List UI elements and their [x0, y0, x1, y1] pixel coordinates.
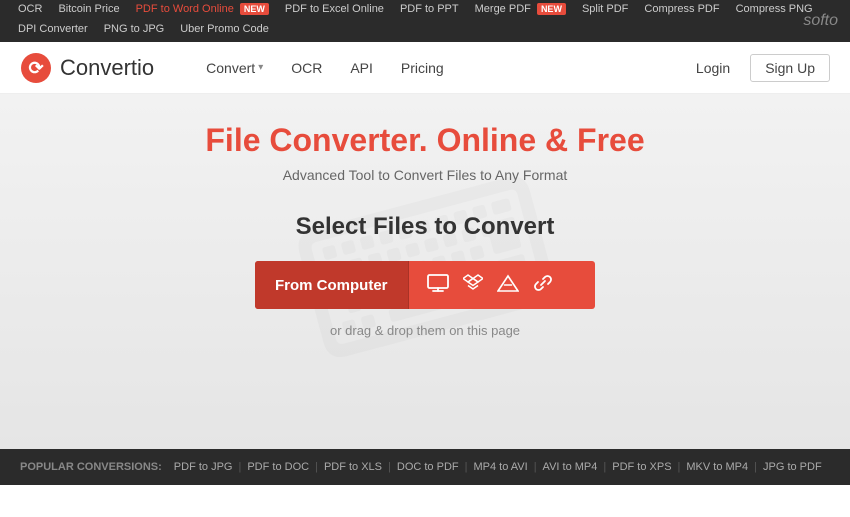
footer-link-5[interactable]: AVI to MP4	[543, 461, 598, 473]
nav-bar: ⟳ Convertio Convert ▾ OCR API Pricing Lo…	[0, 42, 850, 94]
new-badge-pdf-word: NEW	[240, 3, 269, 15]
footer-link-4[interactable]: MP4 to AVI	[473, 461, 527, 473]
select-files-title: Select Files to Convert	[0, 213, 850, 241]
topbar-link-pdf-excel[interactable]: PDF to Excel Online	[277, 0, 392, 18]
computer-icon[interactable]	[427, 274, 449, 297]
nav-ocr[interactable]: OCR	[279, 54, 334, 82]
footer-link-6[interactable]: PDF to XPS	[612, 461, 671, 473]
link-icon[interactable]	[533, 273, 553, 298]
topbar-link-compress-pdf[interactable]: Compress PDF	[636, 0, 727, 18]
dropbox-icon[interactable]	[463, 274, 483, 297]
topbar-link-pdf-word[interactable]: PDF to Word Online NEW	[128, 0, 277, 18]
footer-link-1[interactable]: PDF to DOC	[247, 461, 309, 473]
hero-content: File Converter. Online & Free Advanced T…	[0, 122, 850, 338]
top-bar-row1: OCR Bitcoin Price PDF to Word Online NEW…	[10, 0, 840, 18]
softo-logo: softo	[803, 12, 838, 30]
chevron-down-icon: ▾	[258, 62, 263, 73]
hero-title: File Converter. Online & Free	[0, 122, 850, 159]
footer-link-7[interactable]: MKV to MP4	[686, 461, 748, 473]
new-badge-merge-pdf: NEW	[537, 3, 566, 15]
signup-button[interactable]: Sign Up	[750, 54, 830, 82]
nav-auth: Login Sign Up	[686, 54, 830, 82]
logo-icon: ⟳	[20, 52, 52, 84]
topbar-link-pdf-ppt[interactable]: PDF to PPT	[392, 0, 467, 18]
main-content: ⌨ File Converter. Online & Free Advanced…	[0, 94, 850, 449]
top-bar: OCR Bitcoin Price PDF to Word Online NEW…	[0, 0, 850, 42]
topbar-link-merge-pdf[interactable]: Merge PDF NEW	[467, 0, 574, 18]
topbar-link-png-jpg[interactable]: PNG to JPG	[96, 20, 173, 38]
google-drive-icon[interactable]	[497, 274, 519, 297]
nav-api[interactable]: API	[338, 54, 385, 82]
logo-text: Convertio	[60, 55, 154, 81]
topbar-link-split-pdf[interactable]: Split PDF	[574, 0, 636, 18]
nav-convert[interactable]: Convert ▾	[194, 54, 275, 82]
popular-conversions-label: POPULAR CONVERSIONS:	[20, 461, 162, 473]
upload-area: From Computer	[0, 261, 850, 338]
nav-links: Convert ▾ OCR API Pricing	[194, 54, 686, 82]
from-computer-label: From Computer	[255, 261, 409, 309]
logo[interactable]: ⟳ Convertio	[20, 52, 154, 84]
top-bar-row2: DPI Converter PNG to JPG Uber Promo Code	[10, 18, 840, 42]
hero-subtitle: Advanced Tool to Convert Files to Any Fo…	[0, 167, 850, 183]
footer-links: PDF to JPG | PDF to DOC | PDF to XLS | D…	[174, 461, 822, 473]
topbar-link-ocr[interactable]: OCR	[10, 0, 50, 18]
nav-pricing[interactable]: Pricing	[389, 54, 456, 82]
footer-link-8[interactable]: JPG to PDF	[763, 461, 822, 473]
topbar-link-dpi[interactable]: DPI Converter	[10, 20, 96, 38]
topbar-link-bitcoin[interactable]: Bitcoin Price	[50, 0, 127, 18]
footer-link-3[interactable]: DOC to PDF	[397, 461, 459, 473]
login-button[interactable]: Login	[686, 55, 740, 81]
from-computer-button[interactable]: From Computer	[255, 261, 595, 309]
svg-text:⟳: ⟳	[28, 58, 44, 78]
footer-link-2[interactable]: PDF to XLS	[324, 461, 382, 473]
footer: POPULAR CONVERSIONS: PDF to JPG | PDF to…	[0, 449, 850, 485]
upload-icons	[409, 273, 571, 298]
topbar-link-uber[interactable]: Uber Promo Code	[172, 20, 277, 38]
footer-link-0[interactable]: PDF to JPG	[174, 461, 233, 473]
drag-drop-text: or drag & drop them on this page	[330, 323, 520, 338]
